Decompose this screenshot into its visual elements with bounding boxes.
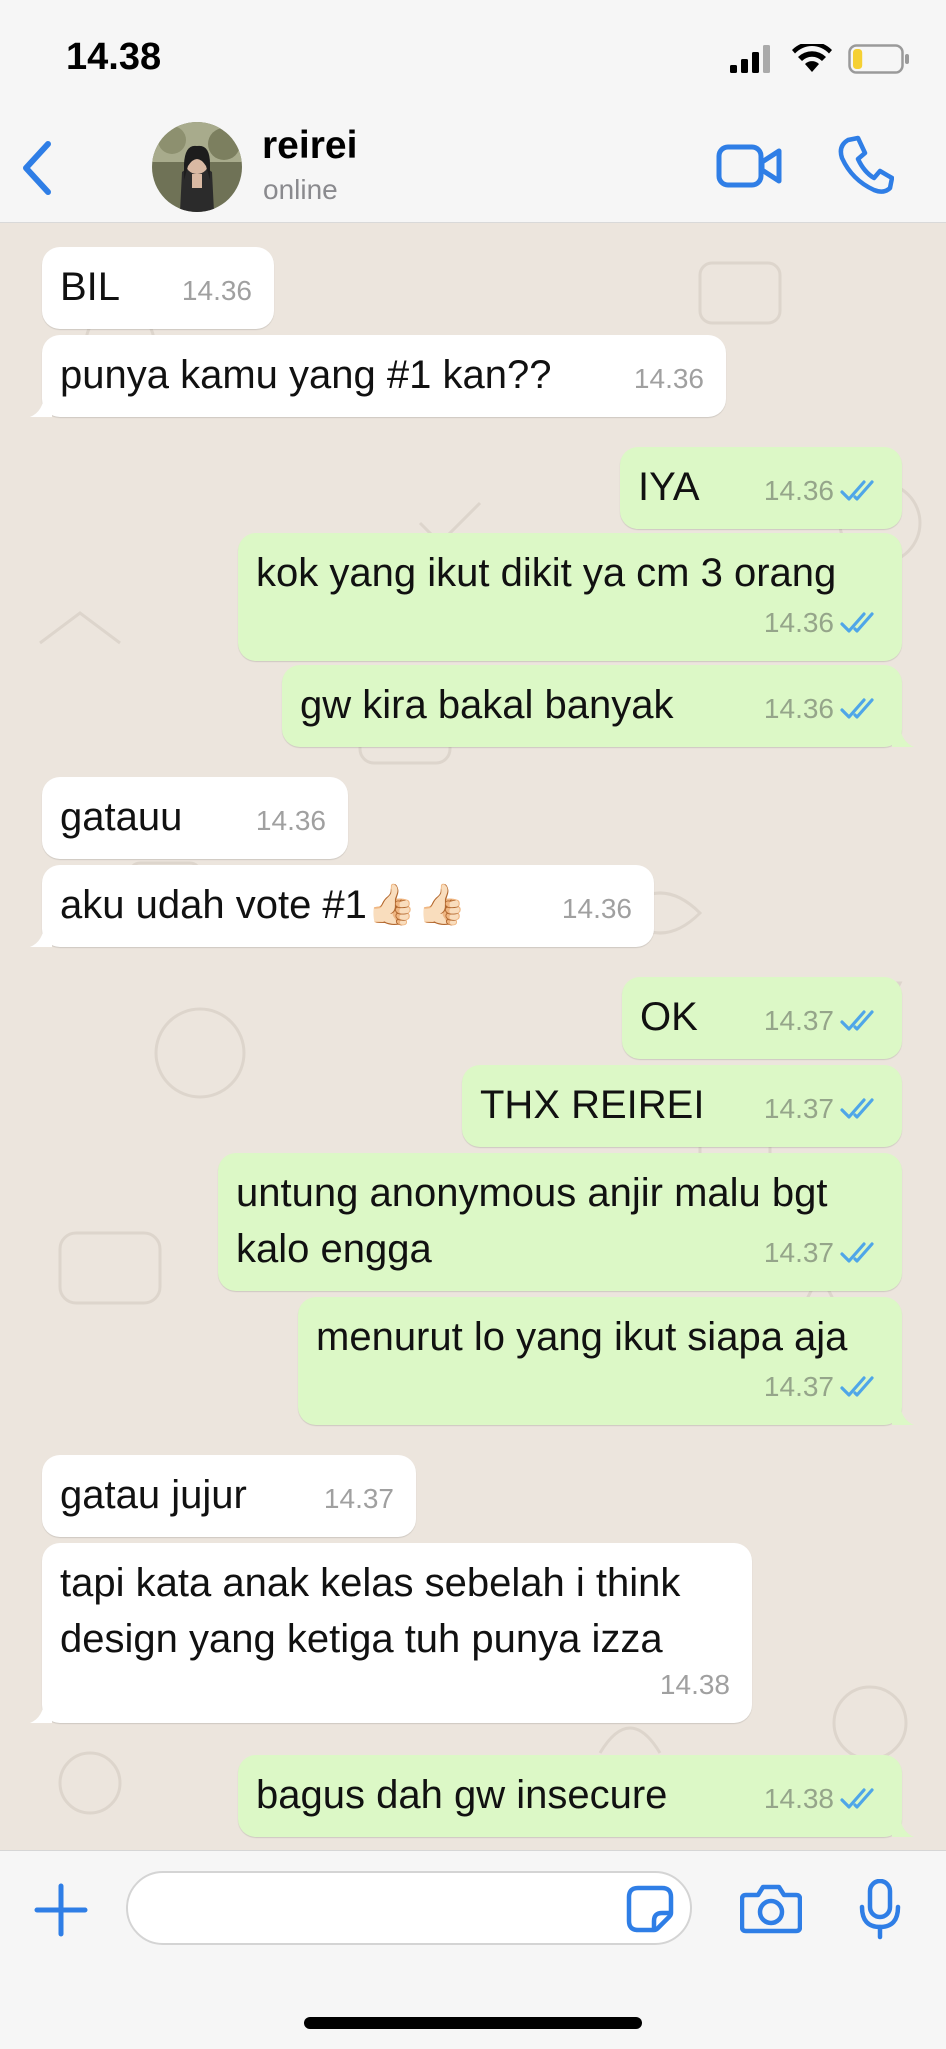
message-text: aku udah vote #1👍🏻👍🏻 (60, 883, 467, 927)
message-text: menurut lo yang ikut siapa aja (316, 1315, 848, 1359)
camera-icon (739, 1884, 803, 1934)
voice-call-button[interactable] (838, 134, 895, 199)
message-time: 14.37 (763, 1371, 834, 1402)
outgoing-message-bubble[interactable]: kok yang ikut dikit ya cm 3 orang 14.36 (238, 533, 902, 661)
outgoing-message-bubble[interactable]: THX REIREI 14.37 (462, 1065, 902, 1147)
message-meta: 14.36 (764, 595, 880, 651)
message-meta: 14.36 (764, 681, 880, 737)
message-text: tapi kata anak kelas sebelah i think des… (60, 1561, 681, 1661)
message-meta: 14.38 (660, 1657, 730, 1713)
incoming-message-bubble[interactable]: aku udah vote #1👍🏻👍🏻 14.36 (30, 865, 654, 947)
contact-name[interactable]: reirei (262, 124, 357, 168)
bubble-tail (30, 1699, 52, 1723)
microphone-button[interactable] (858, 1878, 902, 1946)
wifi-icon (792, 44, 832, 72)
video-camera-icon (716, 144, 782, 188)
plus-icon (34, 1883, 88, 1937)
double-check-read-icon (840, 612, 874, 633)
message-meta: 14.36 (182, 263, 252, 319)
message-time: 14.36 (763, 693, 834, 724)
microphone-icon (859, 1878, 901, 1940)
message-time: 14.37 (323, 1483, 394, 1514)
input-bar (0, 1850, 946, 2049)
message-time: 14.36 (633, 363, 704, 394)
back-button[interactable] (18, 138, 58, 198)
contact-status: online (263, 174, 338, 205)
message-text: punya kamu yang #1 kan?? (60, 353, 552, 397)
message-time: 14.36 (561, 893, 632, 924)
message-time: 14.36 (255, 805, 326, 836)
message-meta: 14.36 (256, 793, 326, 849)
outgoing-message-bubble[interactable]: gw kira bakal banyak 14.36 (282, 665, 914, 747)
chat-header: reirei online (0, 112, 946, 223)
message-meta: 14.38 (764, 1771, 880, 1827)
avatar[interactable] (152, 122, 242, 212)
video-call-button[interactable] (716, 142, 782, 195)
message-meta: 14.37 (764, 1225, 880, 1281)
message-meta: 14.37 (764, 993, 880, 1049)
message-time: 14.36 (763, 475, 834, 506)
chat-area[interactable]: BIL 14.36 punya kamu yang #1 kan?? 14.36 IYA… (0, 223, 946, 1850)
message-meta: 14.36 (634, 351, 704, 407)
message-time: 14.37 (763, 1237, 834, 1268)
status-icons (728, 44, 910, 74)
battery-icon (848, 44, 909, 74)
home-indicator (304, 2017, 642, 2029)
bubble-tail (30, 393, 52, 417)
double-check-read-icon (840, 1376, 874, 1397)
incoming-message-bubble[interactable]: tapi kata anak kelas sebelah i think des… (30, 1543, 752, 1723)
status-bar: 14.38 (0, 0, 946, 112)
double-check-read-icon (840, 1098, 874, 1119)
message-time: 14.38 (763, 1783, 834, 1814)
cellular-signal-icon (730, 45, 770, 73)
incoming-message-bubble[interactable]: punya kamu yang #1 kan?? 14.36 (30, 335, 726, 417)
message-meta: 14.37 (764, 1081, 880, 1137)
sticker-icon (626, 1885, 674, 1933)
outgoing-message-bubble[interactable]: bagus dah gw insecure 14.38 (238, 1755, 914, 1837)
outgoing-message-bubble[interactable]: OK 14.37 (622, 977, 902, 1059)
bubble-tail (892, 723, 914, 747)
message-meta: 14.36 (562, 881, 632, 937)
outgoing-message-bubble[interactable]: IYA 14.36 (620, 447, 902, 529)
outgoing-message-bubble[interactable]: menurut lo yang ikut siapa aja 14.37 (298, 1297, 914, 1425)
double-check-read-icon (840, 1010, 874, 1031)
message-text: kok yang ikut dikit ya cm 3 orang (256, 551, 837, 595)
message-meta: 14.36 (764, 463, 880, 519)
message-time: 14.36 (181, 275, 252, 306)
camera-button[interactable] (739, 1883, 803, 1940)
double-check-read-icon (840, 1788, 874, 1809)
message-time: 14.37 (763, 1093, 834, 1124)
status-time: 14.38 (66, 36, 162, 78)
sticker-button[interactable] (626, 1885, 674, 1938)
message-meta: 14.37 (324, 1471, 394, 1527)
bubble-tail (892, 1813, 914, 1837)
avatar-photo (152, 122, 242, 212)
message-time: 14.38 (659, 1669, 730, 1700)
phone-icon (838, 135, 895, 194)
double-check-read-icon (840, 1242, 874, 1263)
outgoing-message-bubble[interactable]: untung anonymous anjir malu bgt kalo eng… (218, 1153, 902, 1291)
incoming-message-bubble[interactable]: gatauu 14.36 (42, 777, 348, 859)
message-input[interactable] (126, 1871, 692, 1945)
attach-button[interactable] (34, 1883, 88, 1942)
message-time: 14.37 (763, 1005, 834, 1036)
bubble-tail (30, 923, 52, 947)
message-meta: 14.37 (764, 1359, 880, 1415)
bubble-tail (892, 1401, 914, 1425)
message-time: 14.36 (763, 607, 834, 638)
double-check-read-icon (840, 698, 874, 719)
double-check-read-icon (840, 480, 874, 501)
incoming-message-bubble[interactable]: gatau jujur 14.37 (42, 1455, 416, 1537)
chevron-left-icon (23, 141, 51, 195)
incoming-message-bubble[interactable]: BIL 14.36 (42, 247, 274, 329)
